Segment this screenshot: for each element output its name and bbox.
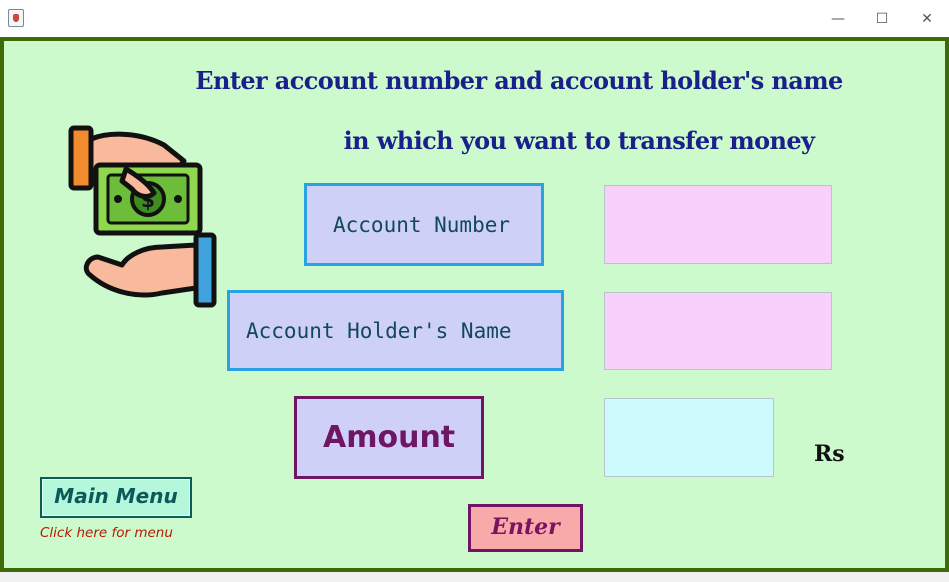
window-bottom-edge <box>0 572 949 582</box>
amount-input[interactable] <box>604 398 774 477</box>
enter-button[interactable]: Enter <box>468 504 583 552</box>
transfer-form-panel: Enter account number and account holder'… <box>0 37 949 572</box>
money-transfer-icon: $ <box>68 125 217 308</box>
account-holder-name-input[interactable] <box>604 292 832 370</box>
currency-label: Rs <box>814 441 845 467</box>
maximize-button[interactable]: ☐ <box>860 6 904 32</box>
account-number-input[interactable] <box>604 185 832 264</box>
minimize-button[interactable]: — <box>816 6 860 32</box>
instruction-heading-line1: Enter account number and account holder'… <box>195 66 843 95</box>
close-button[interactable]: ✕ <box>905 6 949 32</box>
account-holder-name-label: Account Holder's Name <box>227 290 564 371</box>
main-menu-button[interactable]: Main Menu <box>40 477 192 518</box>
amount-label: Amount <box>294 396 484 479</box>
instruction-heading-line2: in which you want to transfer money <box>343 126 815 155</box>
account-number-label: Account Number <box>304 183 544 266</box>
main-menu-hint: Click here for menu <box>40 525 173 541</box>
title-bar: — ☐ ✕ <box>0 0 949 37</box>
java-app-icon <box>8 9 24 27</box>
